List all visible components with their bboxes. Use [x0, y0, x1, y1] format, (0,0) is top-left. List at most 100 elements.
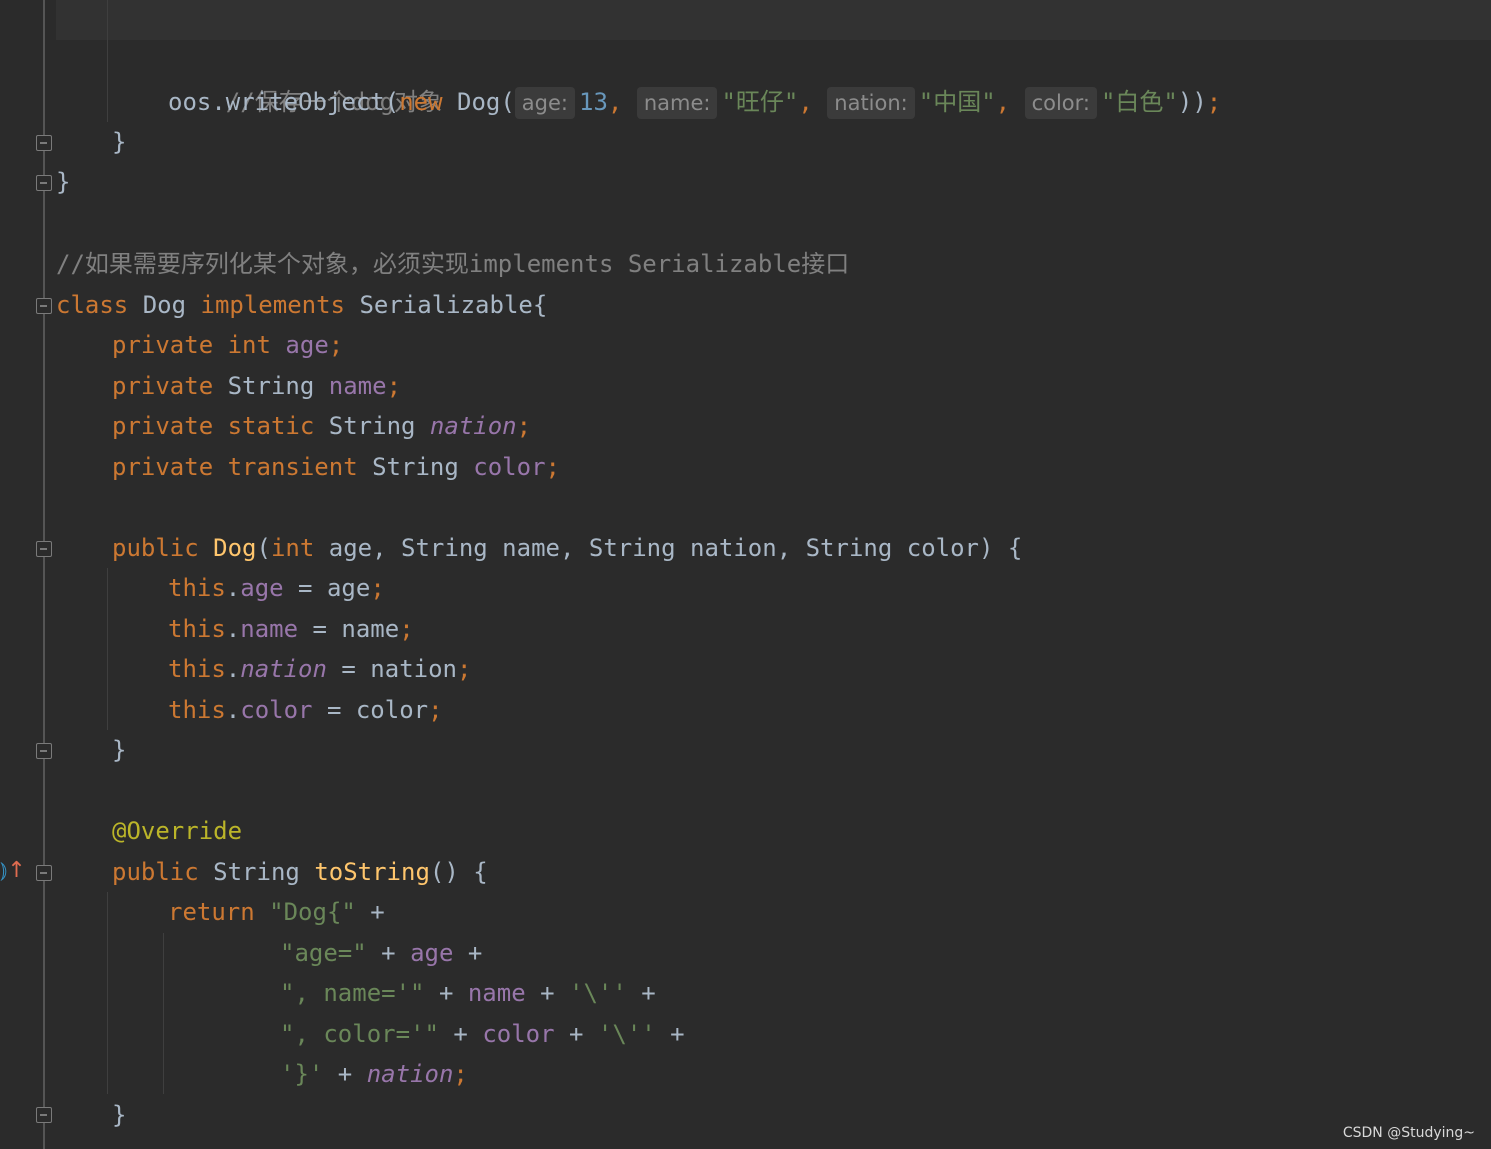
parameter-hint: age: [514, 87, 575, 119]
fold-start-marker[interactable] [36, 298, 52, 314]
string-literal: "中国" [918, 88, 996, 116]
parameter-hint: nation: [827, 87, 915, 119]
parameter-hint: color: [1024, 87, 1097, 119]
semicolon: ; [1206, 88, 1222, 116]
number-literal: 13 [579, 88, 608, 116]
field-name: age [285, 331, 329, 359]
keyword: int [227, 331, 271, 359]
indent-guide [107, 568, 108, 730]
assignment: = color [312, 696, 429, 724]
current-line-highlight [56, 0, 1491, 40]
code-line[interactable]: ", color='" + color + '\'' + [280, 1014, 685, 1054]
field-name: name [328, 372, 387, 400]
fold-start-marker[interactable] [36, 865, 52, 881]
code-line[interactable]: @Override [112, 811, 242, 851]
type-name: String [213, 858, 300, 886]
char-literal: '\'' [597, 1020, 656, 1048]
code-line[interactable]: private static String nation; [112, 406, 531, 446]
code-line[interactable]: public String toString() { [112, 852, 488, 892]
code-line[interactable]: this.age = age; [168, 568, 385, 608]
code-line[interactable]: this.nation = nation; [168, 649, 471, 689]
assignment: = name [298, 615, 400, 643]
fold-start-marker[interactable] [36, 541, 52, 557]
field-name: age [410, 939, 454, 967]
char-literal: '\'' [569, 979, 627, 1007]
type-name: String [227, 372, 315, 400]
keyword: private [112, 453, 214, 481]
code-line[interactable]: private String name; [112, 366, 401, 406]
method-name: toString [314, 858, 430, 886]
static-field-name: nation [429, 412, 517, 440]
code-line[interactable]: public Dog(int age, String name, String … [112, 528, 1022, 568]
constructor-call: Dog( [442, 88, 515, 116]
method-call: oos.writeObject( [168, 88, 400, 116]
keyword: private [112, 412, 214, 440]
char-literal: '}' [280, 1060, 324, 1088]
operator: + [453, 939, 483, 967]
code-line[interactable]: this.name = name; [168, 609, 414, 649]
static-field-name: nation [240, 655, 327, 683]
fold-end-marker[interactable] [36, 1107, 52, 1123]
close-brace: } [112, 128, 127, 156]
keyword: public [112, 534, 199, 562]
field-name: color [473, 453, 546, 481]
code-line[interactable]: } [56, 162, 70, 202]
code-line[interactable]: //保存一个dog对象 [168, 42, 442, 116]
operator: + [554, 1020, 598, 1048]
fold-end-marker[interactable] [36, 175, 52, 191]
type-name: String [328, 412, 416, 440]
field-name: name [240, 615, 299, 643]
string-literal: ", name='" [280, 979, 425, 1007]
watermark: CSDN @Studying~ [1342, 1125, 1475, 1141]
string-literal: ", color='" [280, 1020, 439, 1048]
parameter-hint: name: [636, 87, 718, 119]
field-name: age [240, 574, 284, 602]
close-brace: } [112, 736, 127, 764]
string-literal: "白色" [1100, 88, 1178, 116]
code-line[interactable]: return "Dog{" + [168, 892, 385, 932]
string-literal: "旺仔" [721, 88, 799, 116]
code-line[interactable]: } [112, 1095, 126, 1135]
code-line[interactable]: private transient String color; [112, 447, 560, 487]
interface-name: Serializable{ [345, 291, 548, 319]
fold-end-marker[interactable] [36, 743, 52, 759]
indent-guide [107, 892, 108, 1094]
keyword: new [399, 88, 443, 116]
constructor-name: Dog [213, 534, 257, 562]
keyword: transient [227, 453, 358, 481]
class-name: Dog [128, 291, 201, 319]
code-line[interactable]: '}' + nation; [280, 1054, 468, 1094]
keyword: this [168, 655, 226, 683]
code-line[interactable]: "age=" + age + [280, 933, 482, 973]
code-line[interactable]: //如果需要序列化某个对象，必须实现implements Serializabl… [56, 244, 849, 284]
keyword: this [168, 574, 226, 602]
code-line[interactable]: } [112, 730, 126, 770]
indent-guide [107, 0, 108, 122]
keyword: this [168, 696, 226, 724]
code-editor[interactable]: ⦆↑ //保存一个dog对象 oos.writeObject(new Dog(a… [0, 0, 1491, 1149]
code-line[interactable]: this.color = color; [168, 690, 443, 730]
string-literal: "age=" [280, 939, 367, 967]
indent-guide [163, 933, 164, 1094]
assignment: = age [283, 574, 371, 602]
type-name: String [372, 453, 459, 481]
code-line[interactable]: private int age; [112, 325, 343, 365]
code-line[interactable]: ", name='" + name + '\'' + [280, 973, 656, 1013]
code-line[interactable]: } [112, 122, 126, 162]
code-line[interactable]: class Dog implements Serializable{ [56, 285, 547, 325]
method-signature-rest: () { [429, 858, 488, 886]
assignment: = nation [326, 655, 457, 683]
keyword: private [112, 331, 214, 359]
keyword: class [56, 291, 129, 319]
operator: + [323, 1060, 367, 1088]
operator: + [626, 979, 656, 1007]
fold-end-marker[interactable] [36, 135, 52, 151]
override-method-icon[interactable]: ⦆↑ [0, 858, 26, 883]
code-line[interactable]: oos.writeObject(new Dog(age: 13, name: "旺仔… [168, 82, 1221, 122]
keyword: int [270, 534, 315, 562]
keyword: this [168, 615, 226, 643]
close-paren: )) [1177, 88, 1207, 116]
operator: + [525, 979, 570, 1007]
static-field-name: nation [366, 1060, 454, 1088]
operator: + [655, 1020, 685, 1048]
